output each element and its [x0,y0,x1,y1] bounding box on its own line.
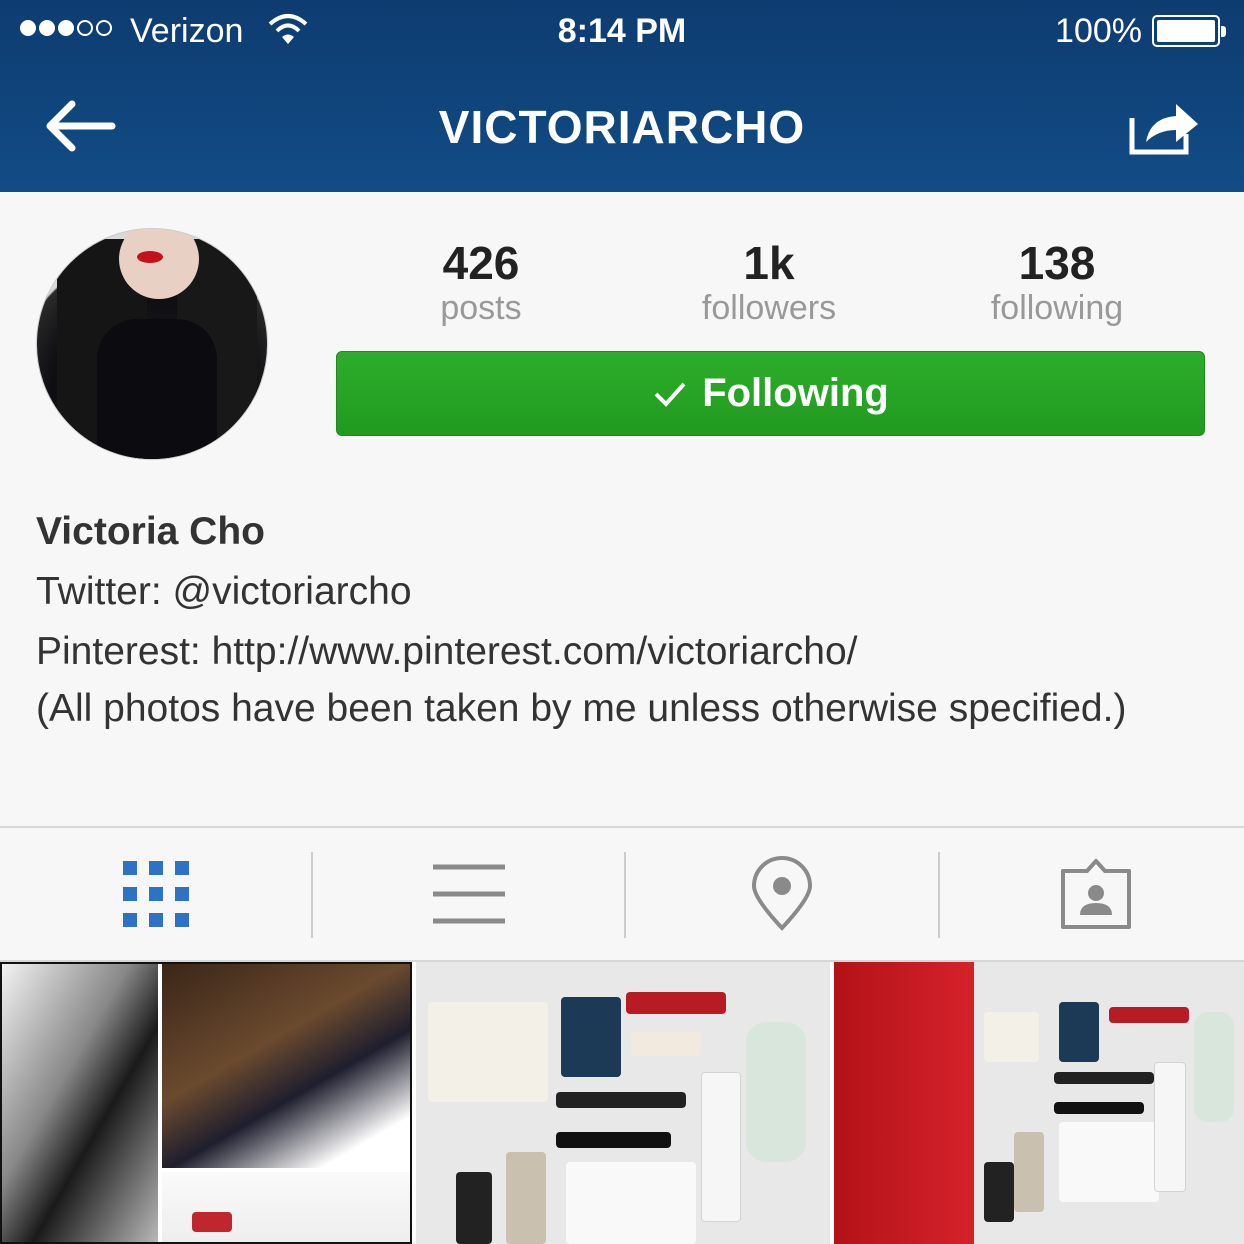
profile-tab-bar [0,826,1244,962]
profile-bio: Victoria Cho Twitter: @victoriarcho Pint… [36,502,1216,736]
bio-twitter: Twitter: @victoriarcho [36,570,412,613]
photo-grid [0,962,1244,1244]
posts-label: posts [440,289,522,327]
photo-thumbnail[interactable] [416,962,830,1244]
followers-count: 1k [743,237,795,289]
followers-label: followers [701,289,837,327]
following-label: following [990,289,1124,327]
battery-icon [1152,15,1226,47]
stat-followers[interactable]: 1k followers [669,238,869,328]
tagged-photos-icon [1060,859,1131,929]
following-button[interactable]: Following [336,351,1205,436]
following-count: 138 [1018,237,1096,289]
profile-name: Victoria Cho [36,510,265,553]
app-header: Verizon 8:14 PM 100% VICTORIARCHO [0,0,1244,192]
stat-following[interactable]: 138 following [957,238,1157,328]
tab-photo-map[interactable] [626,828,937,960]
list-icon [432,864,505,924]
share-icon[interactable] [1124,94,1204,158]
tab-list-view[interactable] [313,828,624,960]
status-bar: Verizon 8:14 PM 100% [0,0,1244,64]
profile-avatar[interactable] [36,228,268,460]
photo-thumbnail[interactable] [0,962,412,1244]
tab-tagged-photos[interactable] [940,828,1244,960]
grid-icon [122,861,189,927]
following-button-label: Following [702,371,889,415]
page-title: VICTORIARCHO [438,101,806,153]
checkmark-icon [654,382,686,407]
posts-count: 426 [442,237,520,289]
bio-pinterest[interactable]: Pinterest: http://www.pinterest.com/vict… [36,622,1216,682]
battery-percentage: 100% [1055,12,1142,50]
stat-posts[interactable]: 426 posts [381,238,581,328]
location-pin-icon [751,856,812,931]
tab-grid-view[interactable] [0,828,311,960]
photo-thumbnail[interactable] [834,962,1244,1244]
bio-note: (All photos have been taken by me unless… [36,687,1127,730]
